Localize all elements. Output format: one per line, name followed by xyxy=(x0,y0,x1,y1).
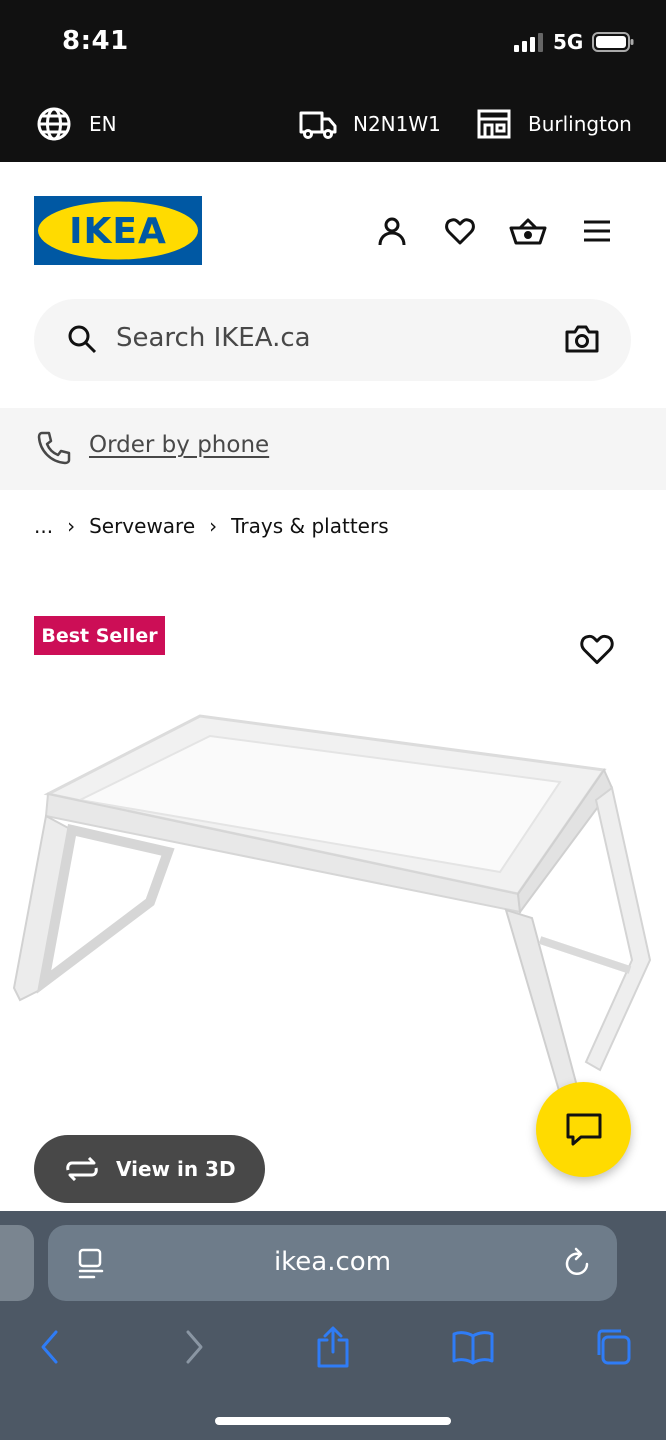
status-time: 8:41 xyxy=(62,26,129,56)
url-text: ikea.com xyxy=(273,1247,392,1277)
rotate-3d-icon xyxy=(64,1157,100,1181)
account-icon[interactable] xyxy=(372,211,412,251)
network-type: 5G xyxy=(553,30,584,54)
language-selector[interactable]: EN xyxy=(36,104,117,144)
basket-icon[interactable] xyxy=(508,211,548,251)
chat-icon xyxy=(566,1113,601,1145)
status-bar: 8:41 5G xyxy=(0,0,666,84)
menu-icon[interactable] xyxy=(577,211,617,251)
breadcrumb-item-trays[interactable]: Trays & platters xyxy=(231,514,388,538)
breadcrumb-item-serveware[interactable]: Serveware xyxy=(89,514,195,538)
previous-tab-stub[interactable] xyxy=(0,1225,34,1301)
order-by-phone-link[interactable]: Order by phone xyxy=(89,432,269,458)
search-icon xyxy=(68,325,97,354)
order-by-phone-bar: Order by phone xyxy=(0,408,666,490)
globe-icon xyxy=(37,107,71,141)
postal-code-label: N2N1W1 xyxy=(353,112,441,136)
product-image[interactable] xyxy=(0,690,666,1130)
breadcrumb: ... › Serveware › Trays & platters xyxy=(34,513,389,539)
product-favorite-icon[interactable] xyxy=(578,632,616,670)
tabs-icon[interactable] xyxy=(589,1323,637,1371)
ikea-logo-graphic: IKEA xyxy=(34,196,202,265)
language-label: EN xyxy=(89,112,117,136)
logo-text: IKEA xyxy=(69,211,167,252)
chat-button[interactable] xyxy=(536,1082,631,1177)
breadcrumb-chevron-icon: › xyxy=(209,514,218,538)
search-bar[interactable]: Search IKEA.ca xyxy=(34,299,631,381)
phone-icon xyxy=(37,431,71,465)
signal-icon xyxy=(514,33,543,52)
battery-icon xyxy=(592,32,634,52)
ikea-logo[interactable]: IKEA xyxy=(34,196,202,265)
camera-search-icon[interactable] xyxy=(564,323,600,355)
breadcrumb-chevron-icon: › xyxy=(67,514,76,538)
best-seller-badge: Best Seller xyxy=(34,616,165,655)
home-indicator xyxy=(215,1417,451,1425)
view-in-3d-button[interactable]: View in 3D xyxy=(34,1135,265,1203)
store-icon xyxy=(477,109,511,139)
location-bar: EN N2N1W1 Burlington xyxy=(0,84,666,162)
forward-icon[interactable] xyxy=(170,1323,218,1371)
breadcrumb-ellipsis[interactable]: ... xyxy=(34,514,53,538)
share-icon[interactable] xyxy=(309,1323,357,1371)
bookmarks-icon[interactable] xyxy=(449,1323,497,1371)
store-selector[interactable]: Burlington xyxy=(476,104,632,144)
reload-icon[interactable] xyxy=(563,1247,593,1279)
view-in-3d-label: View in 3D xyxy=(116,1157,236,1181)
store-label: Burlington xyxy=(528,112,632,136)
postal-code-selector[interactable]: N2N1W1 xyxy=(298,104,441,144)
browser-toolbar: ikea.com xyxy=(0,1211,666,1440)
search-placeholder: Search IKEA.ca xyxy=(116,323,311,353)
address-bar[interactable]: ikea.com xyxy=(48,1225,617,1301)
back-icon[interactable] xyxy=(26,1323,74,1371)
heart-icon[interactable] xyxy=(440,211,480,251)
delivery-truck-icon xyxy=(299,111,337,139)
